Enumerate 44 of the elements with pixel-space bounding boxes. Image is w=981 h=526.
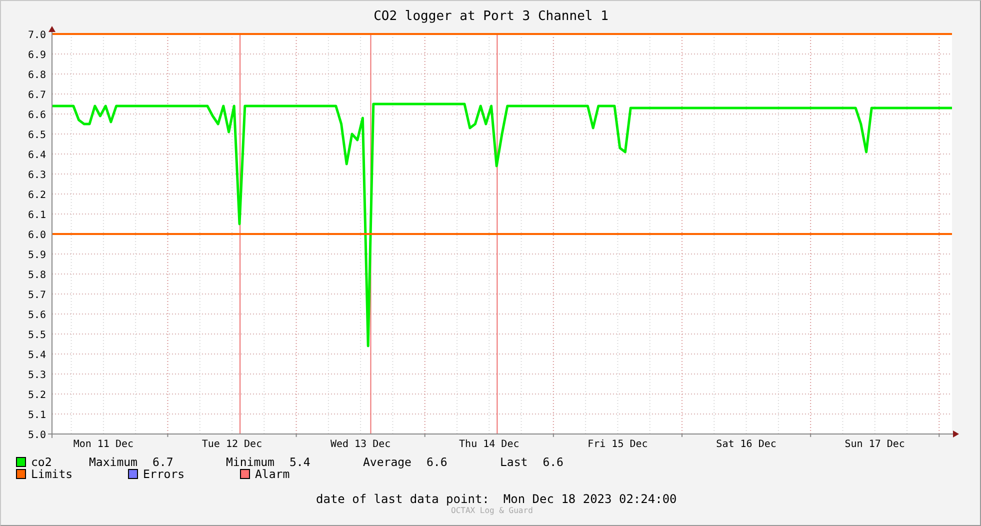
y-tick-label: 6.6 [28,110,46,121]
stat-label: Maximum [89,456,138,468]
y-tick-label: 6.2 [28,190,46,201]
stat-value: 6.7 [152,456,174,468]
stat-value: 6.6 [426,456,448,468]
stat-label: Average [363,456,412,468]
chart-title: CO2 logger at Port 3 Channel 1 [374,9,608,24]
x-tick-label: Mon 11 Dec [73,439,134,450]
stat-value: 6.6 [542,456,564,468]
legend-label: Alarm [255,468,290,480]
x-tick-label: Wed 13 Dec [330,439,391,450]
legend-label: Limits [31,468,73,480]
credit-text: OCTAX Log & Guard [451,506,533,515]
x-tick-label: Fri 15 Dec [588,439,648,450]
y-tick-label: 6.3 [28,170,46,181]
y-tick-label: 5.1 [28,410,46,421]
y-tick-label: 5.0 [28,430,46,441]
x-tick-label: Sat 16 Dec [716,439,776,450]
last-data-label: date of last data point: [316,492,490,506]
x-tick-label: Tue 12 Dec [202,439,262,450]
y-tick-label: 6.4 [28,150,46,161]
y-tick-label: 6.8 [28,70,46,81]
y-tick-label: 5.6 [28,310,46,321]
stat-label: Last [500,456,528,468]
y-tick-label: 6.5 [28,130,46,141]
y-tick-label: 5.5 [28,330,46,341]
x-tick-label: Thu 14 Dec [459,439,520,450]
stat-value: 5.4 [289,456,310,468]
y-tick-label: 6.7 [28,90,46,101]
last-data-value: Mon Dec 18 2023 02:24:00 [503,492,677,506]
legend-label: co2 [31,456,53,468]
y-tick-label: 5.2 [28,390,46,401]
x-tick-label: Sun 17 Dec [844,439,905,450]
y-tick-label: 6.1 [28,210,46,221]
y-tick-label: 6.9 [28,50,46,61]
y-tick-label: 5.3 [28,370,46,381]
y-tick-label: 7.0 [28,30,46,41]
legend-label: Errors [143,468,185,480]
y-tick-label: 5.7 [28,290,46,301]
stat-label: Minimum [226,456,274,468]
y-tick-label: 6.0 [28,230,46,241]
y-tick-label: 5.9 [28,250,46,261]
y-tick-label: 5.8 [28,270,46,281]
y-tick-label: 5.4 [28,350,46,361]
